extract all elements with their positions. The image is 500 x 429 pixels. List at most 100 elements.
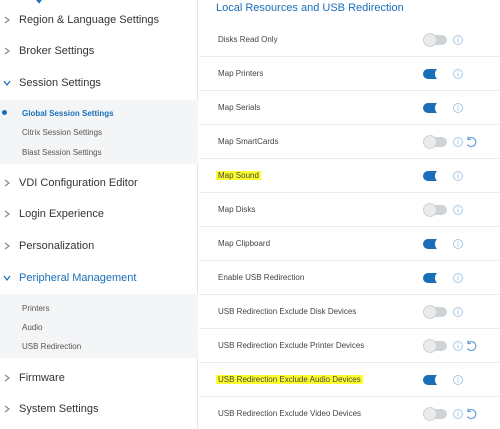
- setting-label: Disks Read Only: [218, 35, 278, 44]
- sidebar-subitem-citrix-session[interactable]: Citrix Session Settings: [0, 122, 198, 142]
- section-title: Local Resources and USB Redirection: [216, 2, 404, 14]
- sidebar-subitem-global-session[interactable]: Global Session Settings: [0, 103, 198, 123]
- map-serials-toggle[interactable]: [423, 101, 449, 115]
- sidebar-subitem-label: USB Redirection: [22, 341, 82, 351]
- sidebar-subitem-usb-redirection[interactable]: USB Redirection: [0, 336, 198, 356]
- toggle-knob: [423, 407, 437, 421]
- usb-exclude-printer-toggle[interactable]: [423, 339, 447, 353]
- sidebar-item-login-experience[interactable]: Login Experience: [0, 199, 198, 229]
- info-icon[interactable]: [452, 136, 464, 148]
- setting-label: USB Redirection Exclude Disk Devices: [218, 307, 357, 316]
- setting-label: USB Redirection Exclude Audio Devices: [216, 375, 363, 384]
- map-disks-toggle[interactable]: [423, 203, 447, 217]
- chevron-right-icon: [2, 46, 12, 56]
- active-dot-icon: [2, 110, 7, 115]
- chevron-right-icon: [2, 373, 12, 383]
- toggle-knob: [423, 203, 437, 217]
- setting-row-usb-exclude-printer: USB Redirection Exclude Printer Devices: [199, 329, 500, 363]
- info-icon[interactable]: [452, 170, 464, 182]
- info-icon[interactable]: [452, 68, 464, 80]
- sidebar-item-firmware[interactable]: Firmware: [0, 363, 198, 393]
- sidebar-item-region-language[interactable]: Region & Language Settings: [0, 5, 198, 35]
- sidebar-subitem-label: Printers: [22, 303, 50, 313]
- toggle-knob: [435, 101, 449, 115]
- info-icon[interactable]: [452, 374, 464, 386]
- sidebar-item-label: System Settings: [19, 403, 99, 415]
- reset-icon[interactable]: [464, 135, 478, 149]
- toggle-knob: [423, 305, 437, 319]
- setting-label: Map Sound: [216, 171, 261, 180]
- enable-usb-redirection-toggle[interactable]: [423, 271, 449, 285]
- setting-row-usb-exclude-video: USB Redirection Exclude Video Devices: [199, 397, 500, 429]
- info-icon[interactable]: [452, 272, 464, 284]
- setting-row-disks-read-only: Disks Read Only: [199, 23, 500, 57]
- sidebar-item-label: Login Experience: [19, 208, 105, 220]
- map-clipboard-toggle[interactable]: [423, 237, 449, 251]
- chevron-right-icon: [2, 178, 12, 188]
- sidebar-item-session[interactable]: Session Settings: [0, 68, 198, 98]
- toggle-knob: [435, 67, 449, 81]
- sidebar-item-system-settings[interactable]: System Settings: [0, 394, 198, 424]
- setting-label: Map Disks: [218, 205, 256, 214]
- usb-exclude-video-toggle[interactable]: [423, 407, 447, 421]
- sidebar-subitem-label: Citrix Session Settings: [22, 127, 103, 137]
- sidebar-item-label: Peripheral Management: [19, 272, 137, 284]
- setting-label: Map Serials: [218, 103, 261, 112]
- sidebar-subitem-printers[interactable]: Printers: [0, 298, 198, 318]
- info-icon[interactable]: [452, 238, 464, 250]
- sidebar-subitem-label: Blast Session Settings: [22, 147, 102, 157]
- setting-row-usb-exclude-audio: USB Redirection Exclude Audio Devices: [199, 363, 500, 397]
- chevron-down-icon: [2, 273, 12, 283]
- sidebar-subitem-audio[interactable]: Audio: [0, 317, 198, 337]
- map-printers-toggle[interactable]: [423, 67, 449, 81]
- session-submenu: Global Session Settings Citrix Session S…: [0, 100, 198, 164]
- chevron-down-icon: [2, 78, 12, 88]
- setting-label: USB Redirection Exclude Video Devices: [218, 409, 362, 418]
- sidebar-item-broker[interactable]: Broker Settings: [0, 36, 198, 66]
- disks-read-only-toggle[interactable]: [423, 33, 447, 47]
- map-sound-toggle[interactable]: [423, 169, 449, 183]
- setting-row-map-clipboard: Map Clipboard: [199, 227, 500, 261]
- setting-row-map-serials: Map Serials: [199, 91, 500, 125]
- setting-label: Map SmartCards: [218, 137, 279, 146]
- info-icon[interactable]: [452, 102, 464, 114]
- sidebar-item-peripheral[interactable]: Peripheral Management: [0, 263, 198, 293]
- usb-exclude-disk-toggle[interactable]: [423, 305, 447, 319]
- setting-label: USB Redirection Exclude Printer Devices: [218, 341, 365, 350]
- sidebar-item-vdi-config[interactable]: VDI Configuration Editor: [0, 168, 198, 198]
- sidebar: Region & Language Settings Broker Settin…: [0, 0, 198, 429]
- setting-row-enable-usb-redirection: Enable USB Redirection: [199, 261, 500, 295]
- info-icon[interactable]: [452, 306, 464, 318]
- reset-icon[interactable]: [464, 339, 478, 353]
- setting-row-map-disks: Map Disks: [199, 193, 500, 227]
- setting-row-usb-exclude-disk: USB Redirection Exclude Disk Devices: [199, 295, 500, 329]
- sidebar-item-label: Personalization: [19, 240, 95, 252]
- settings-panel: Local Resources and USB Redirection Disk…: [199, 0, 500, 429]
- sidebar-item-label: Firmware: [19, 372, 65, 384]
- setting-label: Map Clipboard: [218, 239, 271, 248]
- info-icon[interactable]: [452, 340, 464, 352]
- sidebar-item-label: Broker Settings: [19, 45, 95, 57]
- toggle-knob: [435, 169, 449, 183]
- toggle-knob: [435, 271, 449, 285]
- sidebar-item-label: Region & Language Settings: [19, 14, 160, 26]
- sidebar-item-personalization[interactable]: Personalization: [0, 231, 198, 261]
- map-smartcards-toggle[interactable]: [423, 135, 447, 149]
- chevron-right-icon: [2, 15, 12, 25]
- info-icon[interactable]: [452, 204, 464, 216]
- toggle-knob: [435, 373, 449, 387]
- usb-exclude-audio-toggle[interactable]: [423, 373, 449, 387]
- toggle-knob: [423, 339, 437, 353]
- reset-icon[interactable]: [464, 407, 478, 421]
- toggle-knob: [423, 135, 437, 149]
- info-icon[interactable]: [452, 34, 464, 46]
- toggle-knob: [435, 237, 449, 251]
- chevron-right-icon: [2, 404, 12, 414]
- sidebar-subitem-blast-session[interactable]: Blast Session Settings: [0, 142, 198, 162]
- setting-row-map-printers: Map Printers: [199, 57, 500, 91]
- sidebar-item-label: Session Settings: [19, 77, 101, 89]
- info-icon[interactable]: [452, 408, 464, 420]
- chevron-right-icon: [2, 241, 12, 251]
- caret-marker-icon: [36, 0, 42, 4]
- sidebar-subitem-label: Audio: [22, 322, 43, 332]
